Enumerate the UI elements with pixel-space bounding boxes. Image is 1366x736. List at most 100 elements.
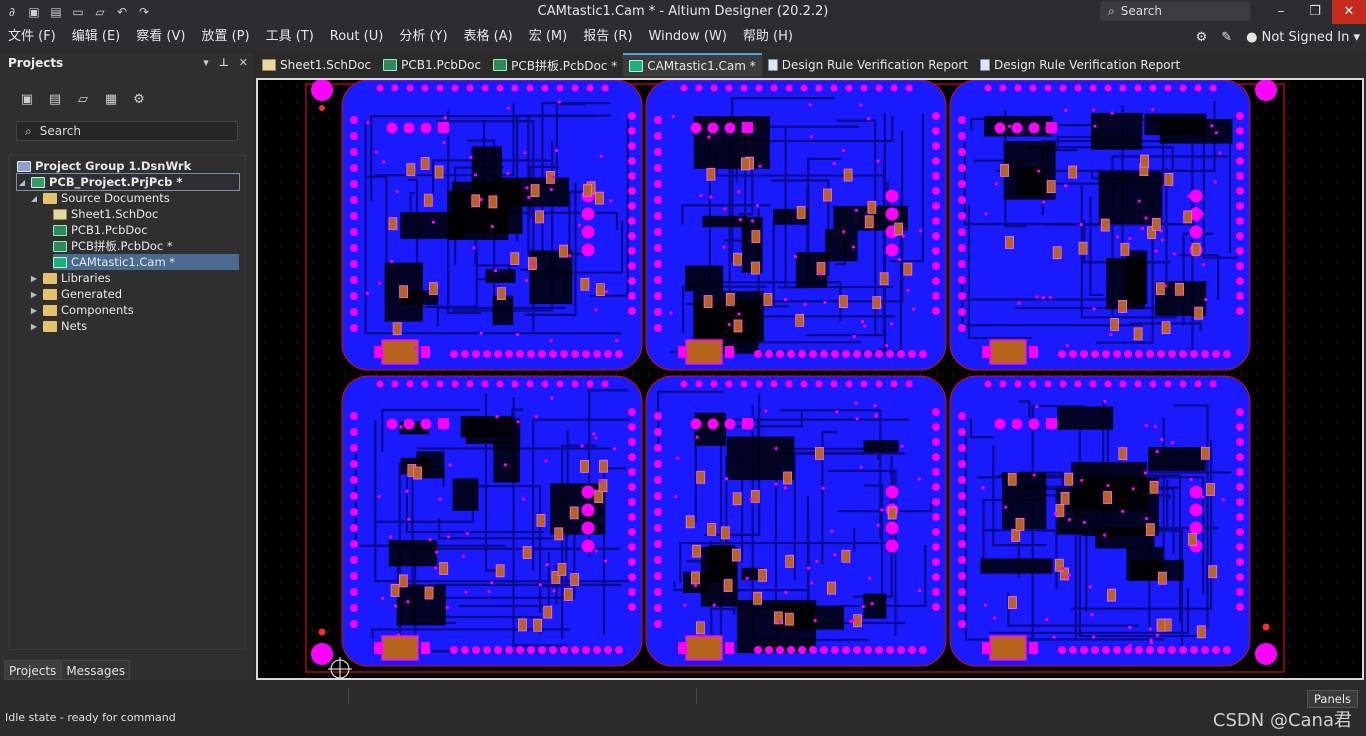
account-menu[interactable]: ● Not Signed In ▾ [1246,30,1360,45]
menu-analysis[interactable]: 分析 (Y) [391,24,455,50]
menu-macro[interactable]: 宏 (M) [521,24,576,50]
close-icon[interactable]: ✕ [1332,0,1366,24]
pad [451,84,459,92]
gear-icon[interactable]: ⚙ [1196,30,1208,45]
via [389,535,393,539]
open-icon[interactable]: ▭ [70,4,86,20]
via [399,425,403,429]
pad [908,646,916,654]
restore-icon[interactable]: ❐ [1298,0,1332,24]
pad [1102,350,1110,358]
menu-tables[interactable]: 表格 (A) [456,24,521,50]
save-icon[interactable]: ▣ [26,4,42,20]
menu-view[interactable]: 察看 (V) [128,24,193,50]
menu-edit[interactable]: 编辑 (E) [64,24,129,50]
tree-item-source-documents[interactable]: ◢ Source Documents [29,190,170,206]
menu-route[interactable]: Rout (U) [322,24,392,50]
pad [1113,646,1121,654]
menu-reports[interactable]: 报告 (R) [575,24,640,50]
settings-gear-icon[interactable]: ⚙ [130,91,148,109]
smd-component [1194,306,1204,320]
chevron-right-icon[interactable]: ▶ [29,274,39,283]
project-options-icon[interactable]: ▦ [102,91,120,109]
tree-item-document-selected[interactable]: CAMtastic1.Cam * [53,254,239,270]
schematic-doc-icon [53,208,67,220]
projects-search-input[interactable]: ⌕ Search [16,121,238,141]
via [549,187,553,192]
minimize-icon[interactable]: – [1264,0,1298,24]
via [894,208,898,212]
tab-pcb-panel-pcbdoc[interactable]: PCB拼板.PcbDoc * [487,53,623,77]
app-logo-icon[interactable]: ∂ [4,4,20,20]
tab-messages[interactable]: Messages [61,660,131,680]
via [1004,505,1008,509]
via [981,485,985,490]
via [448,463,452,467]
chevron-down-icon[interactable]: ◢ [17,178,27,187]
pad [628,142,636,150]
tree-item-project-group[interactable]: Project Group 1.DsnWrk [17,158,191,174]
tree-item-project[interactable]: ◢ PCB_Project.PrjPcb * [16,173,240,191]
pad [350,292,358,300]
global-search-input[interactable]: ⌕ Search [1100,1,1250,21]
chevron-right-icon[interactable]: ▶ [29,290,39,299]
via [1140,226,1144,231]
tree-item-document[interactable]: PCB1.PcbDoc [53,222,148,238]
tab-drc-report-2[interactable]: Design Rule Verification Report [974,53,1186,77]
save-project-icon[interactable]: ▣ [18,91,36,109]
redo-icon[interactable]: ↷ [136,4,152,20]
chevron-right-icon[interactable]: ▶ [29,322,39,331]
undo-icon[interactable]: ↶ [114,4,130,20]
smd-component [887,506,897,520]
menu-help[interactable]: 帮助 (H) [735,24,801,50]
cam-canvas[interactable] [256,78,1364,680]
tree-item-nets[interactable]: ▶ Nets [29,318,87,334]
pad [680,380,688,388]
tree-item-components[interactable]: ▶ Components [29,302,134,318]
fiducial [1262,623,1270,631]
tab-projects[interactable]: Projects [4,660,62,680]
pad [549,646,557,654]
tab-drc-report-1[interactable]: Design Rule Verification Report [762,53,974,77]
menu-right-controls: ⚙ ✎ ● Not Signed In ▾ [1196,24,1360,50]
menu-tools[interactable]: 工具 (T) [258,24,322,50]
open-folder-icon[interactable]: ▱ [74,91,92,109]
pad [875,84,883,92]
panel-close-icon[interactable]: ✕ [239,53,248,73]
via [793,254,797,259]
open-project-icon[interactable]: ▱ [92,4,108,20]
chevron-right-icon[interactable]: ▶ [29,306,39,315]
via [599,154,603,158]
tab-sheet1-schdoc[interactable]: Sheet1.SchDoc [256,53,377,77]
pad [350,476,358,484]
compile-icon[interactable]: ▤ [46,91,64,109]
smd-component [741,157,750,171]
menu-place[interactable]: 放置 (P) [193,24,257,50]
pad [1014,380,1022,388]
notifications-off-icon[interactable]: ✎ [1221,30,1232,45]
smd-component [471,194,481,208]
pad [481,84,489,92]
pad [932,232,940,240]
tree-item-document[interactable]: PCB拼板.PcbDoc * [53,238,173,254]
save-all-icon[interactable]: ▤ [48,4,64,20]
smd-component [1068,165,1078,179]
pad [654,148,662,156]
menu-file[interactable]: 文件 (F) [0,24,64,50]
smd-component [595,191,604,205]
pin-icon[interactable]: ⊥ [219,53,229,73]
tab-pcb1-pcbdoc[interactable]: PCB1.PcbDoc [377,53,487,77]
tree-item-libraries[interactable]: ▶ Libraries [29,270,111,286]
menu-window[interactable]: Window (W) [641,24,735,50]
smd-component [1055,504,1065,517]
panel-menu-icon[interactable]: ▾ [203,53,209,73]
tab-camtastic1-cam[interactable]: CAMtastic1.Cam * [623,53,762,77]
tree-item-document[interactable]: Sheet1.SchDoc [53,206,158,222]
tree-item-generated[interactable]: ▶ Generated [29,286,122,302]
pad [982,642,991,654]
via [568,254,572,258]
pad [1134,380,1142,388]
pad [628,307,636,315]
chevron-down-icon[interactable]: ◢ [29,194,39,203]
via [552,589,556,593]
